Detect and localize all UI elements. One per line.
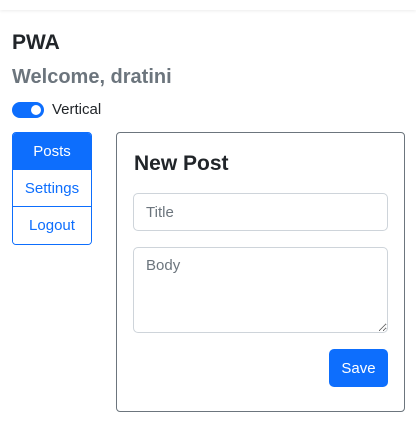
app-title: PWA bbox=[12, 31, 60, 54]
welcome-heading: Welcome, dratini bbox=[12, 66, 172, 88]
save-button[interactable]: Save bbox=[329, 349, 388, 387]
nav-item-logout[interactable]: Logout bbox=[13, 207, 91, 244]
layout-toggle-row[interactable]: Vertical bbox=[12, 99, 101, 121]
side-nav: Posts Settings Logout bbox=[12, 132, 92, 245]
new-post-heading: New Post bbox=[134, 152, 229, 175]
post-body-input[interactable] bbox=[133, 247, 388, 333]
post-title-input[interactable] bbox=[133, 193, 388, 231]
toggle-knob bbox=[31, 105, 41, 115]
layout-toggle-label[interactable]: Vertical bbox=[52, 100, 101, 120]
new-post-card: New Post Save bbox=[116, 132, 405, 412]
nav-item-posts[interactable]: Posts bbox=[13, 133, 91, 170]
nav-item-settings[interactable]: Settings bbox=[13, 170, 91, 207]
top-bar bbox=[0, 0, 416, 10]
layout-toggle-switch[interactable] bbox=[12, 102, 44, 118]
